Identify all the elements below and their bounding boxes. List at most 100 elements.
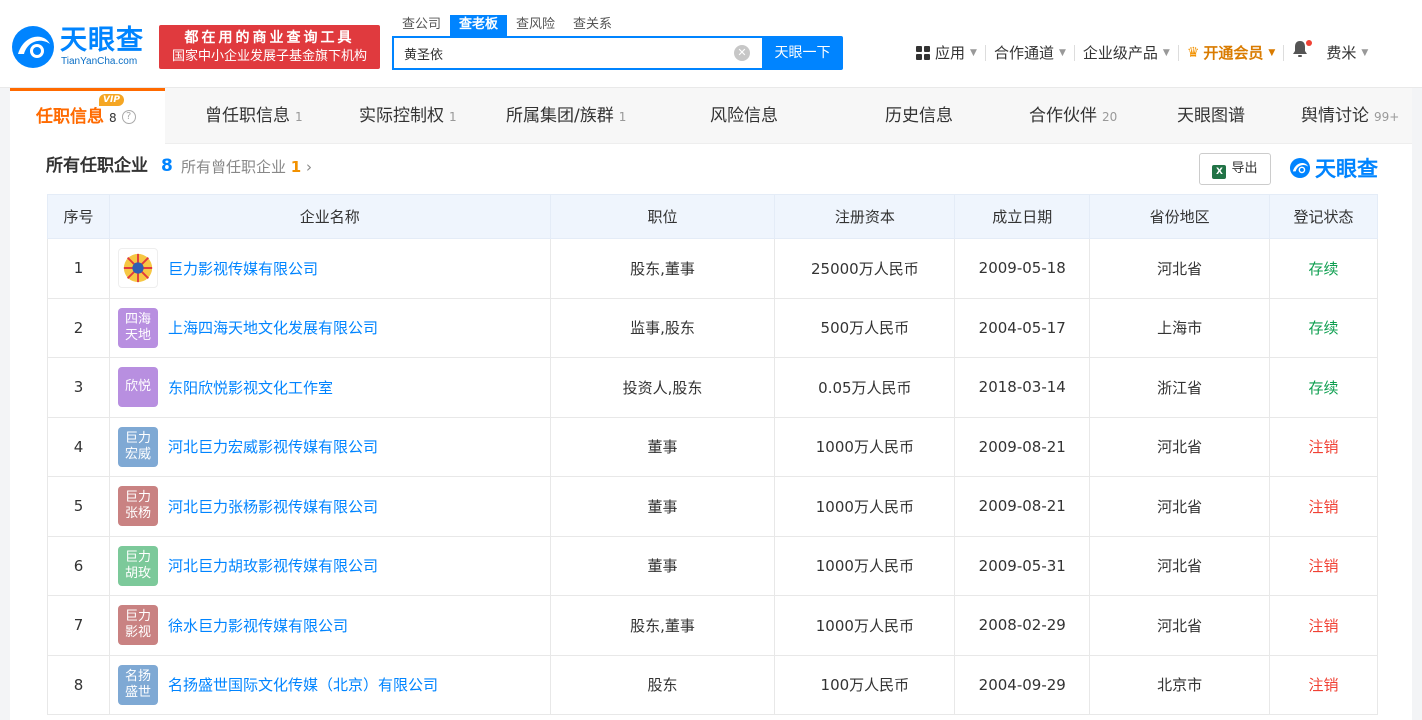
nav-channel[interactable]: 合作通道 ▼ <box>986 40 1074 66</box>
company-link[interactable]: 上海四海天地文化发展有限公司 <box>168 317 378 338</box>
cell-position: 股东,董事 <box>549 238 776 299</box>
tab-label: 舆情讨论 <box>1301 106 1369 126</box>
cell-status: 注销 <box>1269 416 1378 477</box>
cell-region: 河北省 <box>1089 476 1271 537</box>
tab-control[interactable]: 实际控制权 1 <box>359 88 457 144</box>
tab-count: 1 <box>618 110 627 124</box>
chevron-right-icon: › <box>306 158 313 176</box>
tab-current-positions[interactable]: 任职信息 8? VIP <box>10 88 165 144</box>
promo-line2: 国家中小企业发展子基金旗下机构 <box>171 49 367 64</box>
search-tab-company[interactable]: 查公司 <box>393 15 450 37</box>
nav-user-label: 费米 <box>1326 44 1357 62</box>
company-logo: 巨力张杨 <box>117 486 158 527</box>
cell-region: 上海市 <box>1089 297 1271 358</box>
cell-position: 投资人,股东 <box>549 357 776 418</box>
caret-down-icon: ▼ <box>1058 48 1066 58</box>
company-link[interactable]: 徐水巨力影视传媒有限公司 <box>168 615 348 636</box>
cell-capital: 0.05万人民币 <box>774 357 956 418</box>
nav-apps-label: 应用 <box>935 44 966 62</box>
cell-capital: 25000万人民币 <box>774 238 956 299</box>
tab-label: 合作伙伴 <box>1029 106 1097 126</box>
cell-capital: 1000万人民币 <box>774 476 956 537</box>
brand-text: 天眼查 <box>1315 157 1378 181</box>
clear-search-icon[interactable]: ✕ <box>734 45 750 61</box>
cell-region: 浙江省 <box>1089 357 1271 418</box>
search-button[interactable]: 天眼一下 <box>762 36 843 70</box>
cell-position: 股东,董事 <box>549 595 776 656</box>
nav-apps[interactable]: 应用 ▼ <box>908 40 985 66</box>
table-row: 5 巨力张杨 河北巨力张杨影视传媒有限公司 董事 1000万人民币 2009-08… <box>47 476 1378 537</box>
cell-position: 董事 <box>549 416 776 477</box>
col-header-no: 序号 <box>47 194 110 239</box>
company-logo: 巨力宏威 <box>117 426 158 467</box>
search-tab-risk[interactable]: 查风险 <box>507 15 564 37</box>
col-header-date: 成立日期 <box>954 194 1091 239</box>
crown-icon: ♛ <box>1186 45 1200 61</box>
vip-badge: VIP <box>99 94 124 106</box>
tab-label: 风险信息 <box>710 106 778 126</box>
cell-status: 存续 <box>1269 357 1378 418</box>
company-link[interactable]: 河北巨力张杨影视传媒有限公司 <box>168 496 378 517</box>
company-link[interactable]: 巨力影视传媒有限公司 <box>168 258 318 279</box>
nav-notifications[interactable] <box>1284 40 1318 66</box>
table-body: 1 巨力影视传媒有限公司 股东,董事 25000万人民币 2009-05-18 … <box>47 238 1378 715</box>
caret-down-icon: ▼ <box>1268 48 1276 58</box>
tab-graph[interactable]: 天眼图谱 <box>1177 88 1245 144</box>
company-logo: 四海天地 <box>117 307 158 348</box>
nav-enterprise[interactable]: 企业级产品 ▼ <box>1075 40 1178 66</box>
search-tab-boss[interactable]: 查老板 <box>450 15 508 37</box>
search-tab-relation[interactable]: 查关系 <box>564 15 621 37</box>
cell-company: 名扬盛世 名扬盛世国际文化传媒（北京）有限公司 <box>108 654 551 715</box>
table-row: 6 巨力胡玫 河北巨力胡玫影视传媒有限公司 董事 1000万人民币 2009-05… <box>47 535 1378 596</box>
tab-count: 99+ <box>1374 110 1400 124</box>
cell-date: 2009-08-21 <box>954 416 1091 477</box>
cell-company: 四海天地 上海四海天地文化发展有限公司 <box>108 297 551 358</box>
past-positions-link[interactable]: 所有曾任职企业 1 › <box>181 157 312 177</box>
company-link[interactable]: 名扬盛世国际文化传媒（北京）有限公司 <box>168 674 438 695</box>
tab-label: 历史信息 <box>885 106 953 126</box>
cell-date: 2004-05-17 <box>954 297 1091 358</box>
tab-past-positions[interactable]: 曾任职信息 1 <box>205 88 303 144</box>
company-link[interactable]: 河北巨力胡玫影视传媒有限公司 <box>168 555 378 576</box>
company-logo: 名扬盛世 <box>117 664 158 705</box>
tab-group[interactable]: 所属集团/族群 1 <box>506 88 626 144</box>
cell-status: 注销 <box>1269 535 1378 596</box>
search-input[interactable] <box>394 38 724 68</box>
tianyancha-logo-icon <box>12 26 54 68</box>
col-header-status: 登记状态 <box>1269 194 1378 239</box>
tab-partners[interactable]: 合作伙伴 20 <box>1029 88 1117 144</box>
col-header-region: 省份地区 <box>1089 194 1271 239</box>
table-row: 4 巨力宏威 河北巨力宏威影视传媒有限公司 董事 1000万人民币 2009-08… <box>47 416 1378 477</box>
apps-grid-icon <box>916 46 930 60</box>
tab-label: 曾任职信息 <box>205 106 290 126</box>
help-icon[interactable]: ? <box>121 110 136 124</box>
section-title: 所有任职企业 <box>46 156 148 176</box>
tab-label: 任职信息 <box>36 107 104 127</box>
promo-line1: 都在用的商业查询工具 <box>184 30 355 46</box>
col-header-company: 企业名称 <box>108 194 551 239</box>
export-button[interactable]: X 导出 <box>1199 153 1271 185</box>
cell-position: 监事,股东 <box>549 297 776 358</box>
site-logo[interactable]: 天眼查 TianYanCha.com <box>10 24 150 70</box>
company-link[interactable]: 河北巨力宏威影视传媒有限公司 <box>168 436 378 457</box>
table-header-row: 序号 企业名称 职位 注册资本 成立日期 省份地区 登记状态 <box>47 194 1378 239</box>
export-label: 导出 <box>1231 161 1258 176</box>
cell-region: 北京市 <box>1089 654 1271 715</box>
company-link[interactable]: 东阳欣悦影视文化工作室 <box>168 377 333 398</box>
tianyancha-logo-icon <box>1289 157 1311 179</box>
promo-banner[interactable]: 都在用的商业查询工具 国家中小企业发展子基金旗下机构 <box>159 25 380 69</box>
past-positions-count: 1 <box>290 158 302 176</box>
cell-company: 巨力胡玫 河北巨力胡玫影视传媒有限公司 <box>108 535 551 596</box>
company-logo-image <box>117 248 158 289</box>
cell-no: 8 <box>47 654 110 715</box>
tab-history[interactable]: 历史信息 <box>885 88 953 144</box>
nav-user[interactable]: 费米 ▼ <box>1318 40 1376 66</box>
nav-vip[interactable]: ♛ 开通会员 ▼ <box>1179 40 1284 66</box>
cell-date: 2009-05-18 <box>954 238 1091 299</box>
cell-no: 7 <box>47 595 110 656</box>
tab-risk[interactable]: 风险信息 <box>710 88 778 144</box>
cell-capital: 500万人民币 <box>774 297 956 358</box>
cell-company: 巨力影视传媒有限公司 <box>108 238 551 299</box>
tab-discussion[interactable]: 舆情讨论 99+ <box>1301 88 1399 144</box>
cell-position: 股东 <box>549 654 776 715</box>
